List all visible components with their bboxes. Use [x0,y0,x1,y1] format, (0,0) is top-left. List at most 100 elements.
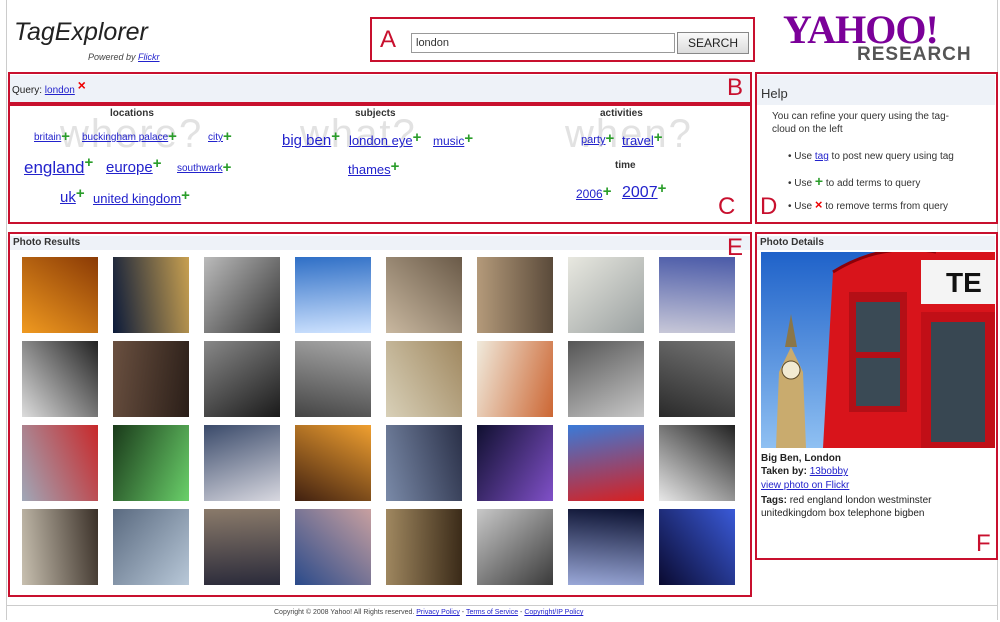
photo-taken-by: Taken by: 13bobby [761,466,848,477]
remove-term-icon[interactable]: × [78,77,86,93]
photo-thumbnail[interactable] [477,509,553,585]
help-tag-link[interactable]: tag [815,151,829,162]
tag-link-thames[interactable]: thames [348,162,391,177]
photo-thumbnail[interactable] [659,341,735,417]
tag-link-london-eye[interactable]: london eye [349,133,413,148]
search-input[interactable]: london [411,33,675,53]
add-tag-icon[interactable]: + [153,155,162,172]
photo-thumbnail[interactable] [386,509,462,585]
tag-2007: 2007+ [622,181,666,202]
photo-thumbnail[interactable] [295,257,371,333]
add-tag-icon[interactable]: + [658,180,667,197]
photographer-link[interactable]: 13bobby [810,466,848,477]
view-on-flickr-link-text[interactable]: view photo on Flickr [761,480,849,491]
terms-of-service-link[interactable]: Terms of Service [466,609,518,616]
add-tag-icon[interactable]: + [181,187,190,204]
search-button[interactable]: SEARCH [677,32,749,54]
photo-thumbnail[interactable] [113,341,189,417]
photo-thumbnail[interactable] [295,509,371,585]
photo-thumbnail[interactable] [568,257,644,333]
detail-photo[interactable]: TE [761,252,995,448]
add-tag-icon[interactable]: + [331,128,340,145]
photo-thumbnail[interactable] [386,425,462,501]
photo-thumbnail[interactable] [477,341,553,417]
add-tag-icon[interactable]: + [76,185,85,202]
photo-thumbnail[interactable] [204,509,280,585]
add-tag-icon[interactable]: + [464,130,473,147]
tag-thames: thames+ [348,159,399,177]
time-heading: time [615,160,636,171]
photo-thumbnail[interactable] [295,425,371,501]
tag-link-big-ben[interactable]: big ben [282,132,331,149]
photo-thumbnail[interactable] [113,509,189,585]
add-tag-icon[interactable]: + [413,129,422,146]
photo-thumbnail[interactable] [204,425,280,501]
add-tag-icon[interactable]: + [603,183,612,200]
tag-link-travel[interactable]: travel [622,133,654,148]
help-item-pre: Use [794,151,813,162]
photo-thumbnail[interactable] [22,509,98,585]
add-tag-icon[interactable]: + [605,130,614,147]
tags-text: red england london westminster unitedkin… [761,495,932,519]
photo-thumbnail[interactable] [477,425,553,501]
plus-icon: + [814,173,824,189]
tag-link-buckingham-palace[interactable]: buckingham palace [82,132,168,143]
photo-thumbnail[interactable] [386,257,462,333]
tag-link-2006[interactable]: 2006 [576,187,603,201]
tag-link-southwark[interactable]: southwark [177,163,223,174]
tag-link-city[interactable]: city [208,132,223,143]
photo-thumbnail[interactable] [204,341,280,417]
photo-thumbnail[interactable] [22,257,98,333]
yahoo-research-logo: YAHOO! RESEARCH [775,7,995,68]
add-tag-icon[interactable]: + [654,129,663,146]
privacy-policy-link[interactable]: Privacy Policy [416,609,460,616]
tag-link-europe[interactable]: europe [106,159,153,176]
photo-thumbnail[interactable] [477,257,553,333]
photo-thumbnail[interactable] [113,425,189,501]
photo-thumbnail[interactable] [204,257,280,333]
tag-big-ben: big ben+ [282,129,340,149]
photo-thumbnail[interactable] [113,257,189,333]
photo-thumbnail[interactable] [568,509,644,585]
annotation-label-d: D [760,193,778,220]
photo-thumbnail[interactable] [659,509,735,585]
add-tag-icon[interactable]: + [168,128,177,145]
tag-city: city+ [208,129,232,144]
locations-heading: locations [110,108,154,119]
photo-caption: Big Ben, London [761,453,841,464]
tag-link-music[interactable]: music [433,134,464,148]
help-item-add: • Use + to add terms to query [788,173,921,189]
tag-link-britain[interactable]: britain [34,132,61,143]
tag-link-england[interactable]: england [24,158,85,177]
add-tag-icon[interactable]: + [223,159,232,176]
tag-link-party[interactable]: party [581,134,605,146]
add-tag-icon[interactable]: + [85,154,94,171]
tag-link-2007[interactable]: 2007 [622,184,658,201]
tag-link-united-kingdom[interactable]: united kingdom [93,191,181,206]
copyright-ip-policy-link[interactable]: Copyright/IP Policy [524,609,583,616]
photo-thumbnail[interactable] [568,425,644,501]
help-item-post: to add terms to query [825,178,921,189]
tag-britain: britain+ [34,129,70,144]
add-tag-icon[interactable]: + [223,128,232,145]
flickr-link[interactable]: Flickr [138,52,160,62]
tag-link-uk[interactable]: uk [60,189,76,206]
photo-thumbnail[interactable] [386,341,462,417]
annotation-label-a: A [380,26,397,53]
tag-london-eye: london eye+ [349,130,421,148]
tag-buckingham-palace: buckingham palace+ [82,129,177,144]
photo-tags: Tags: red england london westminster uni… [761,494,993,520]
photo-thumbnail[interactable] [659,425,735,501]
tag-europe: europe+ [106,156,161,176]
photo-thumbnail[interactable] [22,341,98,417]
photo-thumbnail[interactable] [22,425,98,501]
photo-thumbnail[interactable] [659,257,735,333]
powered-by-label: Powered by [88,52,136,62]
photo-thumbnail[interactable] [295,341,371,417]
query-term-link[interactable]: london [45,85,75,96]
footer-copyright: Copyright © 2008 Yahoo! All Rights reser… [274,609,415,616]
add-tag-icon[interactable]: + [61,128,70,145]
tags-label: Tags: [761,495,787,506]
photo-thumbnail[interactable] [568,341,644,417]
add-tag-icon[interactable]: + [391,158,400,175]
